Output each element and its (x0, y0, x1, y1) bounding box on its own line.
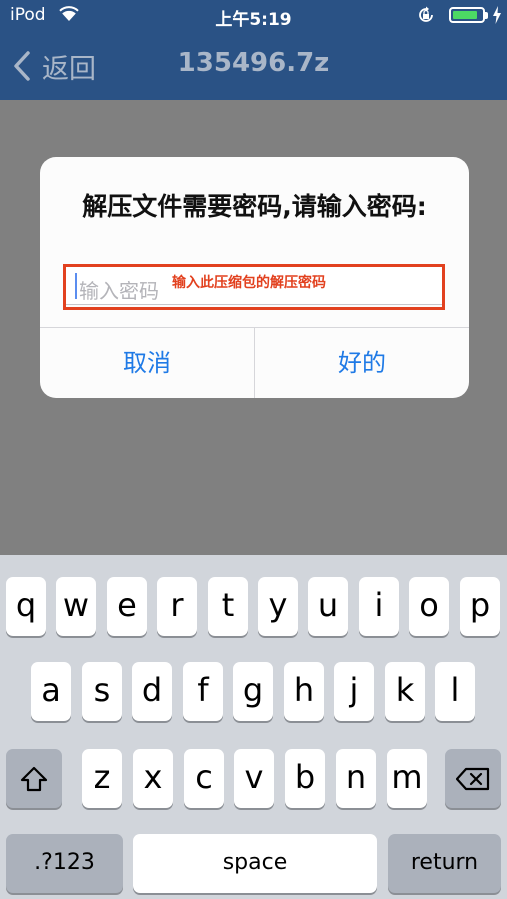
key-o[interactable]: o (409, 577, 449, 636)
key-s[interactable]: s (82, 662, 122, 721)
key-h[interactable]: h (284, 662, 324, 721)
key-j[interactable]: j (334, 662, 374, 721)
key-e[interactable]: e (107, 577, 147, 636)
key-f[interactable]: f (183, 662, 223, 721)
key-v[interactable]: v (234, 749, 274, 808)
text-caret (75, 273, 77, 299)
status-bar: iPod 上午5:19 (0, 0, 507, 30)
key-d[interactable]: d (132, 662, 172, 721)
key-i[interactable]: i (359, 577, 399, 636)
battery-fill (453, 11, 477, 19)
key-g[interactable]: g (233, 662, 273, 721)
key-m[interactable]: m (387, 749, 427, 808)
key-k[interactable]: k (385, 662, 425, 721)
nav-title: 135496.7z (177, 48, 330, 78)
key-q[interactable]: q (6, 577, 46, 636)
key-b[interactable]: b (285, 749, 325, 808)
key-p[interactable]: p (460, 577, 500, 636)
key-n[interactable]: n (336, 749, 376, 808)
key-r[interactable]: r (157, 577, 197, 636)
key-c[interactable]: c (184, 749, 224, 808)
key-z[interactable]: z (82, 749, 122, 808)
key-y[interactable]: y (258, 577, 298, 636)
orientation-lock-icon (419, 6, 433, 22)
annotation-text: 输入此压缩包的解压密码 (172, 275, 326, 291)
key-t[interactable]: t (208, 577, 248, 636)
charging-bolt-icon (493, 6, 501, 24)
key-l[interactable]: l (435, 662, 475, 721)
delete-icon (456, 767, 490, 790)
keyboard: .?123 space return qwertyuiop asdfghjkl zx… (0, 555, 507, 899)
numbers-mode-key[interactable]: .?123 (6, 834, 123, 893)
key-a[interactable]: a (31, 662, 71, 721)
battery-cap (485, 12, 488, 19)
battery-icon (449, 7, 485, 23)
shift-icon (20, 766, 48, 791)
header: iPod 上午5:19 返回 135496.7z (0, 0, 507, 100)
space-key[interactable]: space (133, 834, 377, 893)
cancel-button[interactable]: 取消 (40, 328, 254, 398)
ok-button[interactable]: 好的 (255, 328, 469, 398)
key-w[interactable]: w (56, 577, 96, 636)
alert-message: 解压文件需要密码,请输入密码: (82, 192, 427, 221)
key-u[interactable]: u (308, 577, 348, 636)
delete-key[interactable] (445, 749, 501, 808)
key-x[interactable]: x (133, 749, 173, 808)
input-placeholder: 输入密码 (79, 279, 159, 303)
return-key[interactable]: return (388, 834, 501, 893)
shift-key[interactable] (6, 749, 62, 808)
